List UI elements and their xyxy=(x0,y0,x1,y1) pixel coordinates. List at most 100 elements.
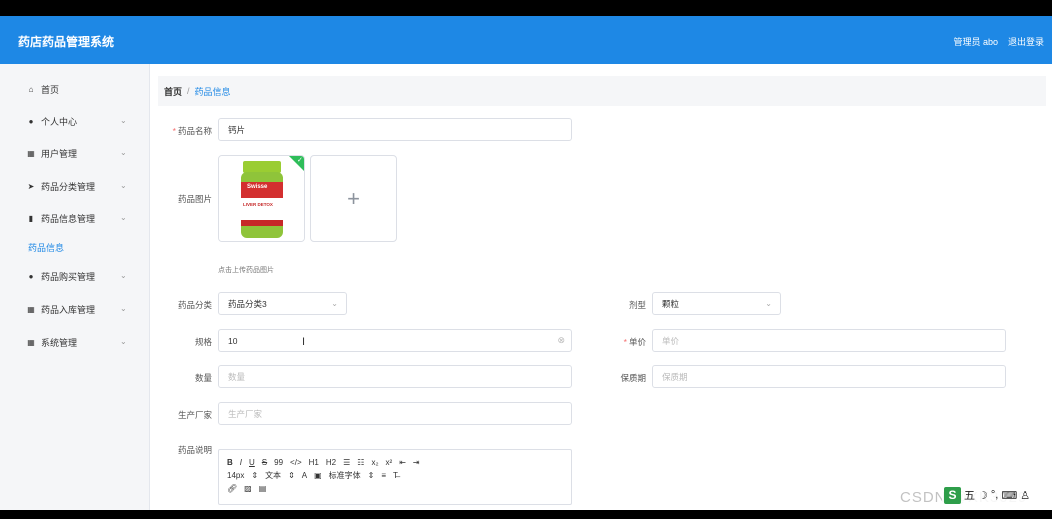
text-cursor-icon: I xyxy=(302,336,306,348)
price-label: * 单价 xyxy=(623,337,646,347)
product-bottle-image xyxy=(219,156,304,241)
ime-mode[interactable]: 五 xyxy=(964,487,975,503)
chevron-down-icon: ⌄ xyxy=(765,299,772,308)
manufacturer-label: 生产厂家 xyxy=(177,410,212,420)
user-icon: ● xyxy=(28,116,34,126)
sidebar-item-users[interactable]: ▦ 用户管理 ⌄ xyxy=(0,143,150,163)
punctuation-icon[interactable]: °, xyxy=(991,489,998,501)
logout-link[interactable]: 退出登录 xyxy=(1008,35,1044,48)
font-size-select[interactable]: 14px xyxy=(227,471,244,480)
grid-icon: ▦ xyxy=(27,337,35,347)
subscript-button[interactable]: x₂ xyxy=(371,458,378,467)
main-content: 首页 / 药品信息 * 药品名称 钙片 药品图片 Swisse LIVER DET… xyxy=(158,64,1052,510)
uploaded-image[interactable]: Swisse LIVER DETOX ✓ xyxy=(218,155,305,242)
user-icon: ● xyxy=(28,271,34,281)
grid-icon: ▦ xyxy=(27,304,35,314)
align-icon[interactable]: ≡ xyxy=(381,471,386,480)
chevron-updown-icon: ⇕ xyxy=(251,471,259,480)
app-window: 药店药品管理系统 管理员 abo 退出登录 ⌂ 首页 ● 个人中心 ⌄ ▦ 用户… xyxy=(0,16,1052,510)
category-select[interactable]: 药品分类3 ⌄ xyxy=(218,292,347,315)
user-icon[interactable]: ♙ xyxy=(1020,489,1030,502)
text-type-select[interactable]: 文本 xyxy=(265,470,281,481)
description-label: 药品说明 xyxy=(177,445,212,455)
current-user[interactable]: 管理员 abo xyxy=(953,35,998,48)
chevron-down-icon: ⌄ xyxy=(120,148,127,157)
underline-button[interactable]: U xyxy=(249,458,255,467)
sidebar-item-category[interactable]: ➤ 药品分类管理 ⌄ xyxy=(0,176,150,196)
grid-icon: ▦ xyxy=(27,148,35,158)
background-color-icon[interactable]: ▣ xyxy=(314,471,322,480)
rich-text-editor[interactable]: B I U S 99 </> H1 H2 ☰ ☷ x₂ x² ⇤ ⇥ 14px … xyxy=(218,449,572,505)
strike-button[interactable]: S xyxy=(262,458,267,467)
check-icon: ✓ xyxy=(297,157,303,164)
font-color-icon[interactable]: A xyxy=(302,471,307,480)
category-label: 药品分类 xyxy=(177,300,212,310)
video-icon[interactable]: ▤ xyxy=(259,484,267,493)
spec-input[interactable]: 10 ⊗ xyxy=(218,329,572,352)
sidebar-item-purchase[interactable]: ● 药品购买管理 ⌄ xyxy=(0,266,150,286)
italic-button[interactable]: I xyxy=(240,458,242,467)
breadcrumb-home[interactable]: 首页 xyxy=(164,85,182,98)
dosage-select[interactable]: 颗粒 ⌄ xyxy=(652,292,781,315)
home-icon: ⌂ xyxy=(28,84,34,94)
chevron-down-icon: ⌄ xyxy=(120,213,127,222)
screen-bottom-bar xyxy=(0,510,1052,519)
chevron-down-icon: ⌄ xyxy=(120,337,127,346)
sidebar-item-home[interactable]: ⌂ 首页 xyxy=(0,79,150,99)
chevron-down-icon: ⌄ xyxy=(120,181,127,190)
indent-button[interactable]: ⇥ xyxy=(413,458,420,467)
quantity-input[interactable]: 数量 xyxy=(218,365,572,388)
shelf-life-input[interactable]: 保质期 xyxy=(652,365,1006,388)
sogou-logo-icon: S xyxy=(944,486,961,504)
bold-button[interactable]: B xyxy=(227,458,233,467)
link-icon[interactable]: 🔗︎ xyxy=(227,484,237,493)
code-button[interactable]: </> xyxy=(290,458,302,467)
breadcrumb-separator: / xyxy=(187,86,190,96)
header: 药店药品管理系统 管理员 abo 退出登录 xyxy=(0,16,1052,64)
ordered-list-button[interactable]: ☰ xyxy=(343,458,350,467)
chevron-down-icon: ⌄ xyxy=(120,116,127,125)
chevron-down-icon: ⌄ xyxy=(120,304,127,313)
manufacturer-input[interactable]: 生产厂家 xyxy=(218,402,572,425)
moon-icon[interactable]: ☽ xyxy=(978,489,988,502)
superscript-button[interactable]: x² xyxy=(386,458,393,467)
editor-toolbar-row-3: 🔗︎ ▨ ▤ xyxy=(227,482,563,495)
clear-icon[interactable]: ⊗ xyxy=(557,335,565,346)
shelf-life-label: 保质期 xyxy=(620,373,646,383)
upload-add-button[interactable]: + xyxy=(310,155,397,242)
quote-button[interactable]: 99 xyxy=(274,458,283,467)
clear-format-icon[interactable]: T̶ xyxy=(393,471,398,480)
keyboard-icon[interactable]: ⌨ xyxy=(1001,489,1017,502)
screen-top-bar xyxy=(0,0,1052,16)
font-family-select[interactable]: 标准字体 xyxy=(329,470,361,481)
name-input[interactable]: 钙片 xyxy=(218,118,572,141)
editor-toolbar-row-1: B I U S 99 </> H1 H2 ☰ ☷ x₂ x² ⇤ ⇥ xyxy=(227,456,563,469)
ime-toolbar[interactable]: S 五 ☽ °, ⌨ ♙ xyxy=(942,486,1033,504)
breadcrumb-current: 药品信息 xyxy=(194,86,231,97)
sidebar-item-profile[interactable]: ● 个人中心 ⌄ xyxy=(0,111,150,131)
product-name: LIVER DETOX xyxy=(243,202,273,207)
chevron-down-icon: ⌄ xyxy=(331,299,338,308)
h2-button[interactable]: H2 xyxy=(326,458,336,467)
send-icon: ➤ xyxy=(27,181,35,191)
app-title: 药店药品管理系统 xyxy=(18,35,115,49)
sidebar-item-drug-info-mgmt[interactable]: ▮ 药品信息管理 ⌄ xyxy=(0,208,150,228)
sidebar-item-drug-info[interactable]: 药品信息 xyxy=(0,237,150,257)
editor-toolbar-row-2: 14px ⇕ 文本 ⇕ A ▣ 标准字体 ⇕ ≡ T̶ xyxy=(227,469,563,482)
file-icon: ▮ xyxy=(28,213,34,223)
plus-icon: + xyxy=(347,185,360,211)
sidebar-item-stock-in[interactable]: ▦ 药品入库管理 ⌄ xyxy=(0,299,150,319)
sidebar: ⌂ 首页 ● 个人中心 ⌄ ▦ 用户管理 ⌄ ➤ 药品分类管理 ⌄ ▮ 药品信息… xyxy=(0,64,150,510)
bullet-list-button[interactable]: ☷ xyxy=(357,458,364,467)
h1-button[interactable]: H1 xyxy=(309,458,319,467)
chevron-updown-icon: ⇕ xyxy=(367,471,375,480)
chevron-updown-icon: ⇕ xyxy=(288,471,295,480)
image-icon[interactable]: ▨ xyxy=(244,484,252,493)
outdent-button[interactable]: ⇤ xyxy=(399,458,406,467)
sidebar-item-system[interactable]: ▦ 系统管理 ⌄ xyxy=(0,332,150,352)
dosage-label: 剂型 xyxy=(628,300,646,310)
price-input[interactable]: 单价 xyxy=(652,329,1006,352)
product-brand: Swisse xyxy=(247,184,268,190)
upload-tip: 点击上传药品图片 xyxy=(218,267,274,274)
name-label: * 药品名称 xyxy=(172,126,212,136)
